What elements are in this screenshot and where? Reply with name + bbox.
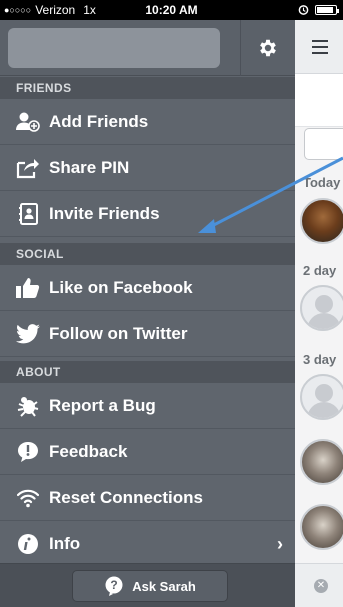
status-time: 10:20 AM — [145, 3, 198, 17]
contact-avatar[interactable] — [300, 504, 343, 550]
menu-item-label: Invite Friends — [49, 203, 160, 223]
contact-avatar[interactable] — [300, 198, 343, 244]
settings-button[interactable] — [240, 20, 295, 76]
ask-sarah-label: Ask Sarah — [132, 578, 196, 594]
section-label-3-day: 3 day — [303, 352, 337, 367]
main-subheader — [295, 74, 343, 127]
contact-avatar[interactable] — [300, 285, 343, 331]
chevron-right-icon: › — [277, 534, 283, 554]
thumbs-up-icon — [16, 276, 40, 300]
status-right — [298, 4, 339, 15]
speech-bubble-icon — [16, 440, 40, 464]
alarm-clock-icon — [298, 5, 309, 15]
bug-icon — [16, 394, 40, 418]
contact-avatar[interactable] — [300, 374, 343, 420]
menu-item-report-a-bug[interactable]: Report a Bug — [0, 383, 295, 429]
profile-name-box[interactable] — [8, 28, 220, 68]
info-icon — [16, 532, 40, 556]
menu-item-invite-friends[interactable]: Invite Friends — [0, 191, 295, 237]
group-header-social: SOCIAL — [0, 243, 295, 265]
menu-item-label: Add Friends — [49, 111, 149, 131]
contact-avatar[interactable] — [300, 439, 343, 485]
main-header — [295, 20, 343, 74]
menu-item-add-friends[interactable]: Add Friends — [0, 99, 295, 145]
group-header-about: ABOUT — [0, 361, 295, 383]
menu-icon[interactable] — [312, 40, 328, 58]
status-bar: ●○○○○ Verizon 1x 10:20 AM — [0, 0, 343, 20]
address-book-icon — [16, 202, 40, 226]
side-drawer: FRIENDS Add Friends Share PIN Invite Fri… — [0, 20, 295, 607]
menu-item-feedback[interactable]: Feedback — [0, 429, 295, 475]
drawer-footer: ? Ask Sarah — [0, 563, 295, 607]
menu-item-label: Follow on Twitter — [49, 323, 188, 343]
svg-text:?: ? — [111, 578, 118, 592]
question-bubble-icon: ? — [105, 576, 123, 596]
drawer-top-bar — [0, 20, 295, 76]
add-friend-icon — [16, 110, 40, 134]
share-icon — [16, 156, 40, 180]
ask-sarah-button[interactable]: ? Ask Sarah — [72, 570, 228, 602]
menu-item-label: Report a Bug — [49, 395, 156, 415]
gear-icon — [260, 39, 276, 57]
section-label-2-day: 2 day — [303, 263, 337, 278]
main-app-panel: Today 2 day 3 day ✕ — [295, 20, 343, 607]
section-label-today: Today — [303, 175, 341, 190]
menu-item-follow-on-twitter[interactable]: Follow on Twitter — [0, 311, 295, 357]
menu-item-label: Share PIN — [49, 157, 130, 177]
menu-item-info[interactable]: Info › — [0, 521, 295, 567]
menu-item-label: Reset Connections — [49, 487, 203, 507]
battery-icon — [315, 4, 339, 15]
group-header-friends: FRIENDS — [0, 77, 295, 99]
search-field[interactable] — [304, 128, 343, 160]
menu-item-reset-connections[interactable]: Reset Connections — [0, 475, 295, 521]
main-footer: ✕ — [295, 563, 343, 607]
clear-icon[interactable]: ✕ — [314, 579, 328, 593]
menu-item-label: Feedback — [49, 441, 128, 461]
twitter-bird-icon — [16, 322, 40, 346]
menu-item-label: Like on Facebook — [49, 277, 193, 297]
wifi-icon — [16, 486, 40, 510]
menu-item-share-pin[interactable]: Share PIN — [0, 145, 295, 191]
menu-item-like-on-facebook[interactable]: Like on Facebook — [0, 265, 295, 311]
menu-item-label: Info — [49, 534, 81, 553]
